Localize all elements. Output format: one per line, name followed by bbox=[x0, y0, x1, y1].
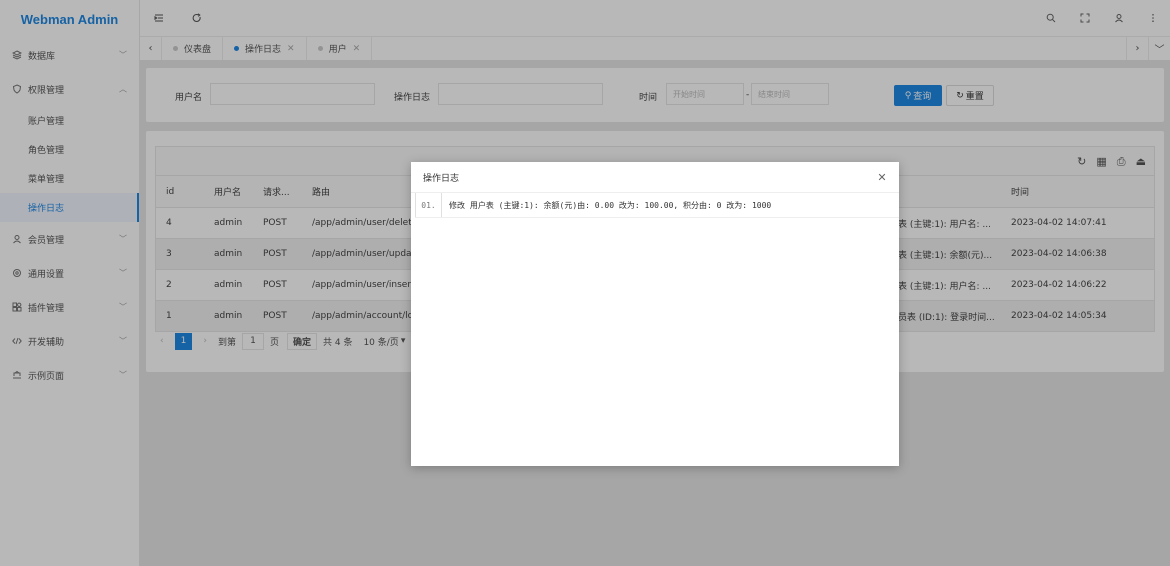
modal-title: 操作日志 bbox=[423, 173, 460, 184]
log-content-line: 01. 修改 用户表 (主键:1): 余额(元)由: 0.00 改为: 100.… bbox=[415, 193, 899, 218]
modal-header: 操作日志 ✕ bbox=[411, 162, 899, 193]
log-content-text: 修改 用户表 (主键:1): 余额(元)由: 0.00 改为: 100.00, … bbox=[449, 200, 772, 210]
line-number: 01. bbox=[415, 193, 442, 217]
close-icon[interactable]: ✕ bbox=[875, 170, 889, 184]
log-detail-modal: 操作日志 ✕ 01. 修改 用户表 (主键:1): 余额(元)由: 0.00 改… bbox=[411, 162, 899, 466]
